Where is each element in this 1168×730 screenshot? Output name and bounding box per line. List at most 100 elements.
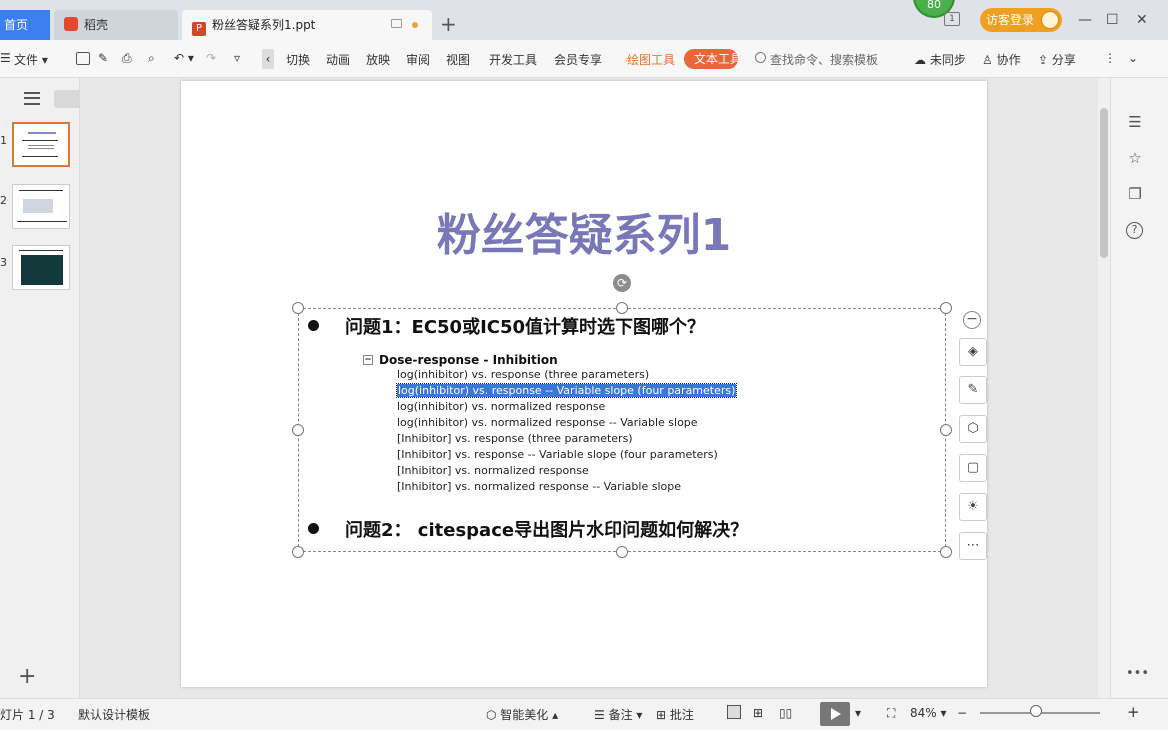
unsaved-dot-icon bbox=[412, 22, 418, 28]
collapse-icon: − bbox=[363, 355, 373, 365]
resize-handle[interactable] bbox=[940, 302, 952, 314]
normal-view-icon[interactable] bbox=[727, 705, 741, 719]
resize-handle[interactable] bbox=[940, 424, 952, 436]
brush-icon[interactable]: ✎ bbox=[959, 376, 987, 404]
settings-sliders-icon[interactable]: ☰ bbox=[1126, 114, 1144, 130]
collapse-ribbon-icon[interactable]: ⌄ bbox=[1128, 51, 1138, 65]
slide-thumbnail-1[interactable] bbox=[12, 122, 70, 167]
zoom-slider-knob[interactable] bbox=[1030, 705, 1042, 717]
resize-handle[interactable] bbox=[616, 546, 628, 558]
frame-icon[interactable]: ▢ bbox=[959, 454, 987, 482]
resize-handle[interactable] bbox=[292, 546, 304, 558]
outline-view-icon[interactable] bbox=[24, 92, 40, 105]
menu-review[interactable]: 审阅 bbox=[406, 51, 430, 68]
tab-document-label: 粉丝答疑系列1.ppt bbox=[212, 18, 316, 32]
play-slideshow-icon[interactable] bbox=[820, 702, 850, 726]
customize-icon[interactable]: ▿ bbox=[234, 51, 240, 65]
print-icon[interactable]: ⎙ bbox=[122, 51, 132, 66]
preview-icon[interactable]: ⌕ bbox=[148, 51, 155, 66]
search-icon[interactable] bbox=[755, 52, 766, 63]
tree-item-selected: log(inhibitor) vs. response -- Variable … bbox=[395, 383, 738, 398]
menu-transition[interactable]: 切换 bbox=[286, 51, 310, 68]
question-2[interactable]: 问题2： citespace导出图片水印问题如何解决？ bbox=[308, 516, 748, 542]
menu-icon[interactable]: ☰ bbox=[0, 51, 11, 65]
right-side-panel: ☰ ☆ ❐ ? ••• bbox=[1110, 78, 1168, 698]
add-tab-button[interactable]: + bbox=[440, 12, 457, 36]
idea-icon[interactable]: ☀ bbox=[959, 493, 987, 521]
zoom-in-button[interactable]: + bbox=[1127, 703, 1140, 721]
menu-view[interactable]: 视图 bbox=[446, 51, 470, 68]
tab-document[interactable]: P 粉丝答疑系列1.ppt bbox=[182, 10, 432, 40]
menu-member[interactable]: 会员专享 bbox=[554, 51, 602, 68]
play-options-icon[interactable]: ▾ bbox=[855, 706, 861, 720]
thumbnail-view-icon[interactable] bbox=[54, 90, 80, 108]
zoom-level[interactable]: 84% ▾ bbox=[910, 706, 947, 720]
tab-home[interactable]: 首页 bbox=[0, 10, 50, 40]
fill-icon[interactable]: ⬡ bbox=[959, 415, 987, 443]
close-button[interactable]: ✕ bbox=[1136, 12, 1148, 28]
star-icon[interactable]: ☆ bbox=[1126, 150, 1144, 166]
add-slide-button[interactable]: + bbox=[18, 664, 36, 689]
daoke-icon bbox=[64, 17, 78, 31]
undo-icon[interactable]: ↶ ▾ bbox=[174, 51, 194, 65]
resize-handle[interactable] bbox=[292, 424, 304, 436]
resize-handle[interactable] bbox=[940, 546, 952, 558]
beautify-button[interactable]: ⬡ 智能美化 ▴ bbox=[486, 706, 558, 723]
maximize-button[interactable]: ☐ bbox=[1106, 12, 1119, 28]
template-name[interactable]: 默认设计模板 bbox=[78, 706, 150, 723]
sync-button[interactable]: ☁ 未同步 bbox=[914, 51, 966, 68]
tab-daoke-label: 稻壳 bbox=[84, 18, 109, 32]
save-icon[interactable] bbox=[76, 52, 90, 65]
share-button[interactable]: ⇪ 分享 bbox=[1038, 51, 1076, 68]
fit-window-icon[interactable]: ⛶ bbox=[887, 706, 895, 721]
tree-item: [Inhibitor] vs. response -- Variable slo… bbox=[397, 448, 718, 461]
tab-daoke[interactable]: 稻壳 bbox=[54, 10, 178, 40]
tree-item: log(inhibitor) vs. response (three param… bbox=[397, 368, 650, 381]
monitor-icon[interactable] bbox=[391, 19, 402, 28]
more-icon[interactable]: ⋮ bbox=[1104, 51, 1116, 65]
menu-developer[interactable]: 开发工具 bbox=[489, 51, 537, 68]
layers-icon[interactable]: ◈ bbox=[959, 338, 987, 366]
phone-icon[interactable]: 1 bbox=[944, 12, 960, 26]
collab-button[interactable]: ♙ 协作 bbox=[982, 51, 1021, 68]
redo-icon[interactable]: ↷ bbox=[206, 51, 216, 65]
ppt-icon: P bbox=[192, 22, 206, 36]
menu-slideshow[interactable]: 放映 bbox=[366, 51, 390, 68]
help-icon[interactable]: ? bbox=[1126, 222, 1143, 239]
question-1[interactable]: 问题1：EC50或IC50值计算时选下图哪个？ bbox=[308, 313, 705, 339]
more-panel-icon[interactable]: ••• bbox=[1126, 666, 1149, 682]
file-menu[interactable]: 文件 ▾ bbox=[14, 51, 48, 68]
minimize-button[interactable]: — bbox=[1078, 12, 1092, 28]
reading-view-icon[interactable]: ▯▯ bbox=[779, 706, 792, 720]
scroll-thumb[interactable] bbox=[1100, 108, 1108, 258]
thumb-number: 3 bbox=[0, 256, 7, 269]
vertical-scrollbar[interactable] bbox=[1098, 78, 1110, 698]
slide-thumbnail-2[interactable] bbox=[12, 184, 70, 229]
zoom-out-button[interactable]: − bbox=[957, 706, 967, 720]
guest-login-button[interactable]: 访客登录 bbox=[980, 8, 1062, 32]
toolbar: ☰ 文件 ▾ ✎ ⎙ ⌕ ↶ ▾ ↷ ▿ ‹ 切换 动画 放映 审阅 视图 开发… bbox=[0, 40, 1168, 78]
slide-counter: 灯片 1 / 3 bbox=[0, 708, 55, 722]
status-bar: 灯片 1 / 3 默认设计模板 ⬡ 智能美化 ▴ ☰ 备注 ▾ ⊞ 批注 ⊞ ▯… bbox=[0, 698, 1168, 730]
tree-item: [Inhibitor] vs. normalized response bbox=[397, 464, 589, 477]
more-tools-icon[interactable]: ⋯ bbox=[959, 532, 987, 560]
menu-animation[interactable]: 动画 bbox=[326, 51, 350, 68]
scroll-left-icon[interactable]: ‹ bbox=[262, 49, 274, 69]
menu-draw-tools[interactable]: 绘图工具 bbox=[627, 51, 675, 68]
notes-button[interactable]: ☰ 备注 ▾ bbox=[594, 706, 642, 723]
duplicate-icon[interactable]: ❐ bbox=[1126, 186, 1144, 202]
format-painter-icon[interactable]: ✎ bbox=[98, 51, 108, 65]
collapse-tools-icon[interactable]: − bbox=[963, 311, 981, 329]
resize-handle[interactable] bbox=[292, 302, 304, 314]
tree-item: [Inhibitor] vs. response (three paramete… bbox=[397, 432, 633, 445]
menu-text-tools[interactable]: 文本工具 bbox=[684, 49, 738, 69]
slide-title[interactable]: 粉丝答疑系列1 bbox=[181, 199, 987, 263]
command-search[interactable]: 查找命令、搜索模板 bbox=[770, 51, 878, 68]
tree-item: log(inhibitor) vs. normalized response bbox=[397, 400, 606, 413]
grid-view-icon[interactable]: ⊞ bbox=[753, 706, 763, 720]
slide-canvas[interactable]: 粉丝答疑系列1 ⟳ 问题1：EC50或IC50值计算时选下图哪个？ − Dose-… bbox=[181, 81, 987, 687]
slide-thumbnail-3[interactable] bbox=[12, 245, 70, 290]
comment-button[interactable]: ⊞ 批注 bbox=[656, 706, 694, 723]
avatar-icon bbox=[1041, 11, 1059, 29]
rotate-handle-icon[interactable]: ⟳ bbox=[613, 274, 631, 292]
